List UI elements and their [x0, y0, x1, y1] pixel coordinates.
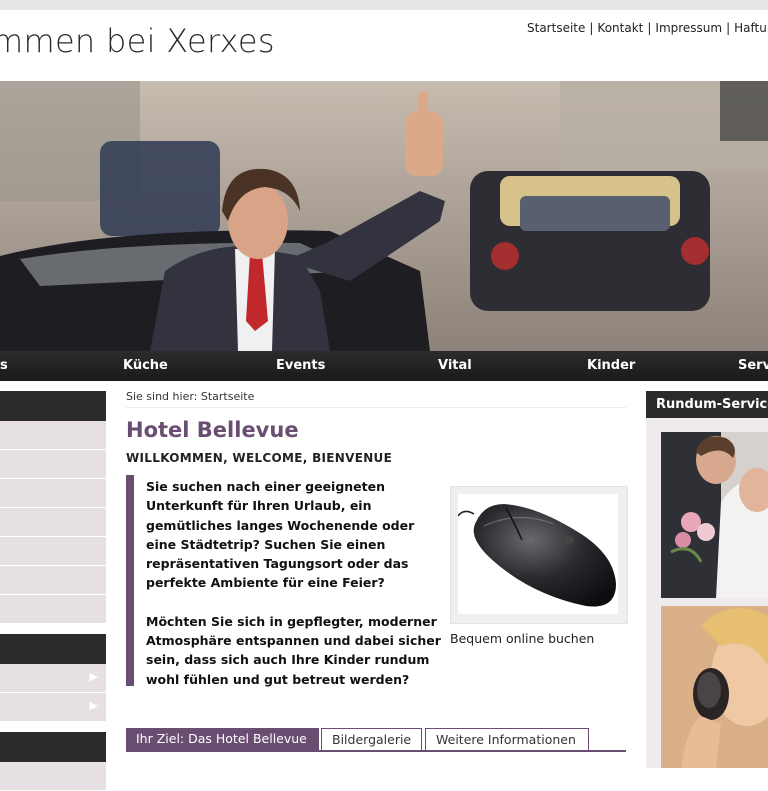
divider: [126, 407, 626, 408]
breadcrumb-link-startseite[interactable]: Startseite: [201, 390, 255, 403]
sidebar-header: [0, 634, 106, 664]
sidebar-item[interactable]: [0, 762, 106, 791]
tab-weitere-informationen[interactable]: Weitere Informationen: [425, 728, 589, 750]
intro-paragraph-1: Sie suchen nach einer geeigneten Unterku…: [146, 479, 415, 591]
sidebar-item[interactable]: ▶: [0, 664, 106, 693]
nav-item-partial[interactable]: s: [0, 358, 8, 373]
main-navigation: s Küche Events Vital Kinder Serv: [0, 351, 768, 381]
welcome-heading: mmen bei Xerxes: [0, 22, 275, 60]
site-header: mmen bei Xerxes Startseite | Kontakt | Impre…: [0, 10, 768, 81]
separator: |: [589, 21, 594, 35]
separator: |: [647, 21, 652, 35]
breadcrumb-prefix: Sie sind hier:: [126, 390, 198, 403]
separator: |: [726, 21, 731, 35]
nav-item-service[interactable]: Serv: [738, 358, 768, 373]
computer-mouse-icon: [457, 504, 616, 607]
arrow-right-icon: ▶: [89, 699, 98, 712]
quote-accent-bar: [126, 475, 134, 686]
top-link-haftung[interactable]: Haftung: [734, 21, 768, 35]
top-link-kontakt[interactable]: Kontakt: [597, 21, 643, 35]
tabs-underline: [126, 750, 626, 752]
sidebar-item[interactable]: [0, 537, 106, 566]
beauty-photo[interactable]: [661, 606, 768, 768]
tab-bildergalerie[interactable]: Bildergalerie: [321, 728, 422, 750]
nav-item-events[interactable]: Events: [276, 358, 325, 373]
image-frame: [457, 494, 618, 614]
sidebar-item[interactable]: [0, 450, 106, 479]
hero-illustration: [0, 81, 768, 351]
nav-item-vital[interactable]: Vital: [438, 358, 472, 373]
top-strip: [0, 0, 768, 10]
sidebar-item[interactable]: [0, 566, 106, 595]
top-navigation: Startseite|Kontakt|Impressum|Haftung: [527, 21, 768, 35]
sidebar-item[interactable]: [0, 508, 106, 537]
wedding-photo[interactable]: [661, 432, 768, 598]
sidebar-header: [0, 732, 106, 762]
beauty-illustration: [661, 606, 768, 768]
top-link-impressum[interactable]: Impressum: [655, 21, 722, 35]
nav-item-kinder[interactable]: Kinder: [587, 358, 635, 373]
rundum-service-heading: Rundum-Service: [646, 391, 768, 418]
hero-image: [0, 81, 768, 351]
wedding-illustration: [661, 432, 768, 598]
breadcrumb: Sie sind hier: Startseite: [126, 390, 254, 403]
nav-item-kueche[interactable]: Küche: [123, 358, 168, 373]
tab-hotel-bellevue[interactable]: Ihr Ziel: Das Hotel Bellevue: [126, 728, 319, 750]
online-booking-image[interactable]: [450, 486, 628, 624]
image-caption[interactable]: Bequem online buchen: [450, 631, 594, 646]
page-subtitle: WILLKOMMEN, WELCOME, BIENVENUE: [126, 451, 393, 465]
page-title: Hotel Bellevue: [126, 418, 299, 442]
top-link-startseite[interactable]: Startseite: [527, 21, 585, 35]
sidebar-header: [0, 391, 106, 421]
intro-text: Sie suchen nach einer geeigneten Unterku…: [146, 477, 441, 708]
sidebar-item[interactable]: [0, 595, 106, 624]
sidebar-item[interactable]: [0, 421, 106, 450]
intro-paragraph-2: Möchten Sie sich in gepflegter, moderner…: [146, 613, 441, 687]
arrow-right-icon: ▶: [89, 670, 98, 683]
sidebar-item[interactable]: [0, 479, 106, 508]
sidebar-item[interactable]: ▶: [0, 693, 106, 722]
